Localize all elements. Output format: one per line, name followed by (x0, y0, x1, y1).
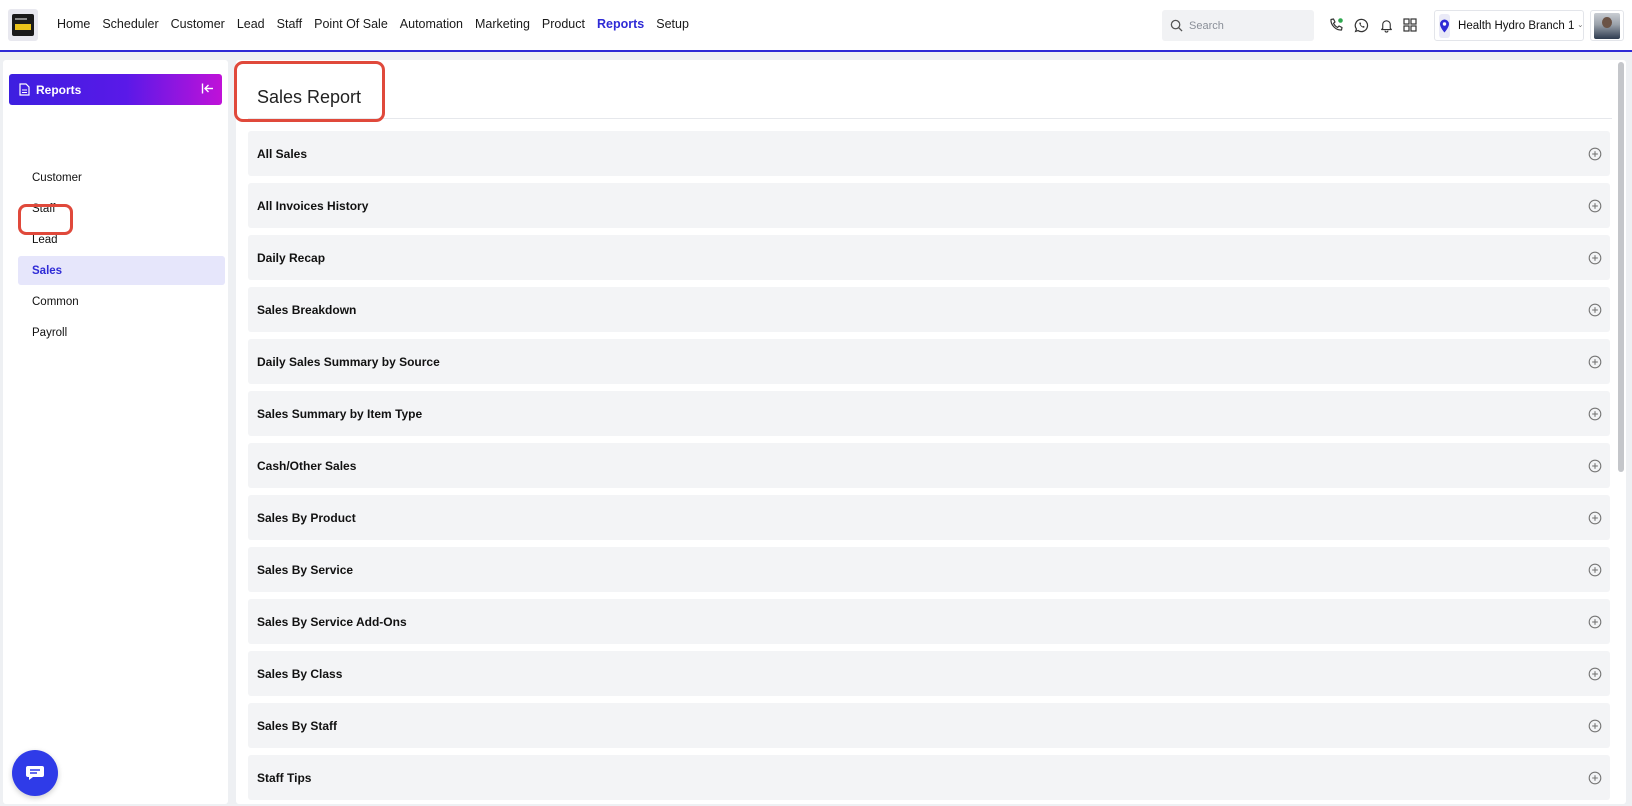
nav-item-automation[interactable]: Automation (400, 17, 463, 31)
report-list: All Sales All Invoices History Daily Recap… (248, 131, 1610, 804)
nav-item-scheduler[interactable]: Scheduler (102, 17, 158, 31)
nav-item-reports[interactable]: Reports (597, 17, 644, 31)
phone-icon[interactable] (1327, 16, 1345, 34)
sidebar-item-label: Staff (32, 202, 56, 215)
sidebar-item-label: Sales (32, 264, 63, 277)
report-row-label: Sales By Service (257, 562, 354, 577)
report-row-label: Sales By Staff (257, 718, 338, 733)
expand-plus-icon[interactable] (1588, 615, 1602, 629)
expand-plus-icon[interactable] (1588, 303, 1602, 317)
sidebar-item-label: Payroll (32, 326, 68, 339)
report-row-label: Sales Summary by Item Type (257, 406, 423, 421)
nav-item-home[interactable]: Home (57, 17, 90, 31)
expand-plus-icon[interactable] (1588, 251, 1602, 265)
report-row[interactable]: Sales Summary by Item Type (248, 391, 1610, 436)
report-row[interactable]: Sales By Service (248, 547, 1610, 592)
expand-plus-icon[interactable] (1588, 667, 1602, 681)
top-navbar: Home Scheduler Customer Lead Staff Point Of S… (0, 0, 1632, 52)
sidebar-item-payroll[interactable]: Payroll (18, 318, 225, 347)
nav-item-customer[interactable]: Customer (171, 17, 225, 31)
chat-icon (26, 766, 44, 780)
whatsapp-icon[interactable] (1352, 16, 1370, 34)
nav-item-point-of-sale[interactable]: Point Of Sale (314, 17, 388, 31)
expand-plus-icon[interactable] (1588, 719, 1602, 733)
avatar-image (1594, 12, 1620, 39)
sidebar-item-label: Common (32, 295, 79, 308)
expand-plus-icon[interactable] (1588, 563, 1602, 577)
report-row[interactable]: Sales By Product (248, 495, 1610, 540)
title-divider (248, 118, 1612, 119)
sidebar-header: Reports (9, 74, 222, 105)
location-pin-icon (1439, 13, 1451, 38)
search-input[interactable] (1189, 19, 1309, 32)
report-row-label: All Sales (257, 146, 308, 161)
app-logo[interactable] (8, 9, 38, 41)
report-row[interactable]: All Invoices History (248, 183, 1610, 228)
expand-plus-icon[interactable] (1588, 407, 1602, 421)
report-row-label: Daily Recap (257, 250, 326, 265)
chat-support-button[interactable] (12, 750, 58, 796)
report-row-label: Staff Tips (257, 770, 312, 785)
report-row-label: Sales By Product (257, 510, 356, 525)
search-icon (1170, 19, 1183, 32)
expand-plus-icon[interactable] (1588, 771, 1602, 785)
report-row[interactable]: Sales By Staff (248, 703, 1610, 748)
report-row-label: Cash/Other Sales (257, 458, 357, 473)
page-title: Sales Report (257, 87, 362, 107)
scrollbar[interactable] (1618, 62, 1624, 472)
report-row-label: All Invoices History (257, 198, 369, 213)
branch-selector[interactable]: Health Hydro Branch 1 (1434, 10, 1584, 41)
collapse-sidebar-icon[interactable] (201, 82, 214, 100)
report-row[interactable]: Daily Recap (248, 235, 1610, 280)
expand-plus-icon[interactable] (1588, 459, 1602, 473)
report-row[interactable]: Cash/Other Sales (248, 443, 1610, 488)
report-row[interactable]: Sales Breakdown (248, 287, 1610, 332)
nav-item-marketing[interactable]: Marketing (475, 17, 530, 31)
apps-grid-icon[interactable] (1401, 16, 1419, 34)
sidebar-item-customer[interactable]: Customer (18, 163, 225, 192)
report-row[interactable]: Sales By Service Add-Ons (248, 599, 1610, 644)
nav-item-product[interactable]: Product (542, 17, 585, 31)
main-nav: Home Scheduler Customer Lead Staff Point Of S… (57, 17, 701, 31)
expand-plus-icon[interactable] (1588, 147, 1602, 161)
search-box[interactable] (1162, 10, 1314, 41)
report-row-label: Sales Breakdown (257, 302, 357, 317)
bell-icon[interactable] (1377, 16, 1395, 34)
user-avatar[interactable] (1590, 10, 1624, 41)
sidebar-item-staff[interactable]: Staff (18, 194, 225, 223)
report-row[interactable]: Daily Sales Summary by Source (248, 339, 1610, 384)
expand-plus-icon[interactable] (1588, 355, 1602, 369)
sidebar-item-lead[interactable]: Lead (18, 225, 225, 254)
chevron-down-icon (1579, 24, 1583, 27)
sidebar-item-sales[interactable]: Sales (18, 256, 225, 285)
sidebar-title: Reports (36, 82, 82, 97)
nav-item-lead[interactable]: Lead (237, 17, 265, 31)
branch-name: Health Hydro Branch 1 (1458, 19, 1575, 32)
reports-sidebar: Reports Customer Staff Lead Sales Common Payr… (3, 60, 228, 804)
report-row[interactable]: All Sales (248, 131, 1610, 176)
nav-item-staff[interactable]: Staff (277, 17, 302, 31)
logo-mark (12, 14, 34, 36)
sidebar-item-label: Lead (32, 233, 58, 246)
report-row-label: Sales By Class (257, 666, 343, 681)
expand-plus-icon[interactable] (1588, 511, 1602, 525)
sidebar-item-common[interactable]: Common (18, 287, 225, 316)
sidebar-menu: Customer Staff Lead Sales Common Payroll (18, 163, 225, 349)
report-row[interactable]: Sales By Class (248, 651, 1610, 696)
report-document-icon (19, 83, 30, 96)
report-row-label: Sales By Service Add-Ons (257, 614, 407, 629)
sidebar-item-label: Customer (32, 171, 82, 184)
report-row-label: Daily Sales Summary by Source (257, 354, 440, 369)
main-content: Sales Report All Sales All Invoices Histo… (236, 60, 1626, 804)
nav-item-setup[interactable]: Setup (656, 17, 689, 31)
expand-plus-icon[interactable] (1588, 199, 1602, 213)
report-row[interactable]: Staff Tips (248, 755, 1610, 800)
